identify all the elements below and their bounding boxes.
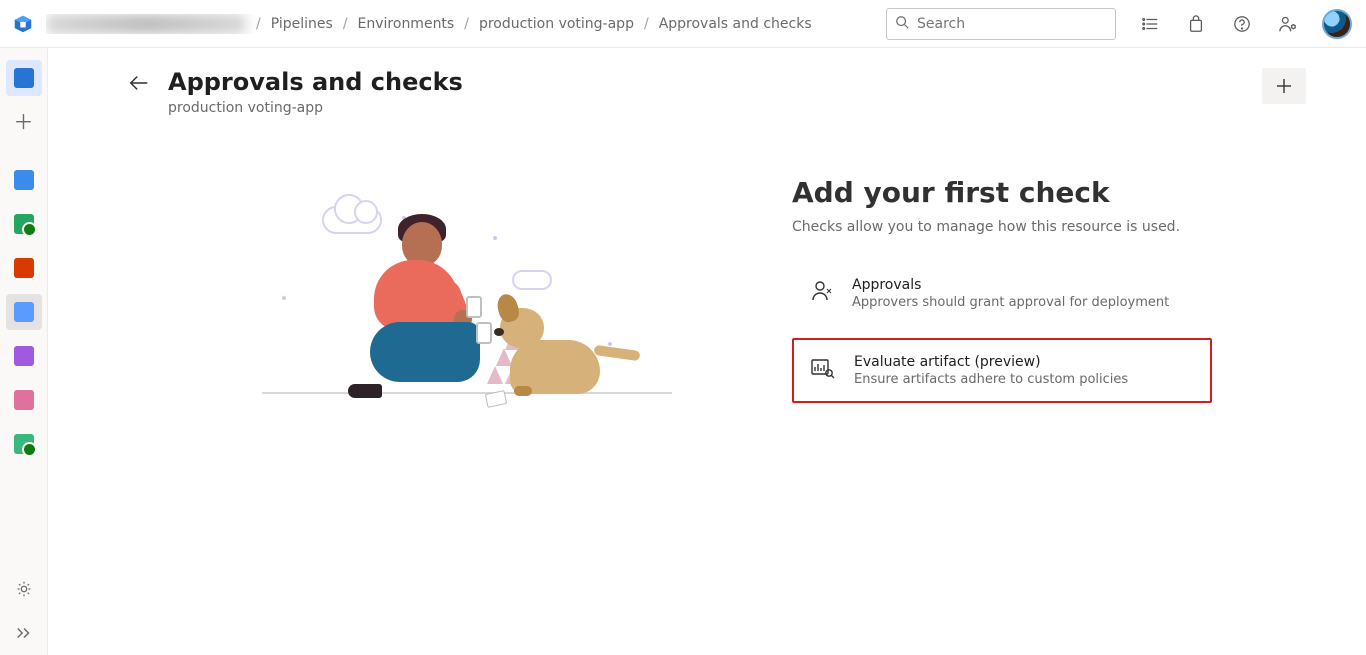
- breadcrumb: / Pipelines / Environments / production …: [46, 14, 812, 34]
- check-option-approvals[interactable]: Approvals Approvers should grant approva…: [792, 261, 1212, 326]
- check-option-desc: Ensure artifacts adhere to custom polici…: [854, 372, 1128, 387]
- empty-state-illustration: [222, 176, 702, 416]
- search-box[interactable]: [886, 8, 1116, 40]
- rail-add-button[interactable]: ＋: [6, 104, 42, 140]
- breadcrumb-environments[interactable]: Environments: [358, 16, 455, 32]
- breadcrumb-org-project-obscured: [46, 14, 246, 34]
- page-subtitle: production voting-app: [168, 100, 463, 116]
- breadcrumb-current: Approvals and checks: [659, 16, 812, 32]
- product-logo[interactable]: [8, 9, 38, 39]
- topbar-actions: [1138, 9, 1352, 39]
- check-option-title: Evaluate artifact (preview): [854, 354, 1128, 370]
- help-icon[interactable]: [1230, 12, 1254, 36]
- empty-state-description: Checks allow you to manage how this reso…: [792, 219, 1212, 235]
- add-check-button[interactable]: [1262, 68, 1306, 104]
- rail-settings-icon[interactable]: [6, 571, 42, 607]
- rail-repos-icon[interactable]: [6, 206, 42, 242]
- list-icon[interactable]: [1138, 12, 1162, 36]
- page-title: Approvals and checks: [168, 68, 463, 96]
- user-avatar[interactable]: [1322, 9, 1352, 39]
- person-icon: [810, 279, 834, 303]
- back-button[interactable]: [128, 74, 150, 96]
- rail-environments-icon[interactable]: [6, 294, 42, 330]
- content-area: Approvals and checks production voting-a…: [48, 48, 1366, 655]
- search-input[interactable]: [915, 15, 1107, 33]
- empty-state-heading: Add your first check: [792, 176, 1212, 209]
- check-option-title: Approvals: [852, 277, 1169, 293]
- user-settings-icon[interactable]: [1276, 12, 1300, 36]
- rail-artifacts-icon[interactable]: [6, 382, 42, 418]
- rail-expand-icon[interactable]: [6, 615, 42, 651]
- topbar: / Pipelines / Environments / production …: [0, 0, 1366, 48]
- nav-rail: ＋: [0, 48, 48, 655]
- rail-testplans-icon[interactable]: [6, 338, 42, 374]
- rail-compliance-icon[interactable]: [6, 426, 42, 462]
- artifact-policy-icon: [810, 356, 836, 380]
- check-option-evaluate-artifact[interactable]: Evaluate artifact (preview) Ensure artif…: [792, 338, 1212, 403]
- rail-pipelines-icon[interactable]: [6, 250, 42, 286]
- rail-project-icon[interactable]: [6, 60, 42, 96]
- empty-state-info: Add your first check Checks allow you to…: [792, 176, 1212, 403]
- rail-boards-icon[interactable]: [6, 162, 42, 198]
- search-icon: [895, 15, 909, 33]
- check-option-desc: Approvers should grant approval for depl…: [852, 295, 1169, 310]
- shopping-bag-icon[interactable]: [1184, 12, 1208, 36]
- breadcrumb-pipelines[interactable]: Pipelines: [271, 16, 333, 32]
- breadcrumb-environment-name[interactable]: production voting-app: [479, 16, 634, 32]
